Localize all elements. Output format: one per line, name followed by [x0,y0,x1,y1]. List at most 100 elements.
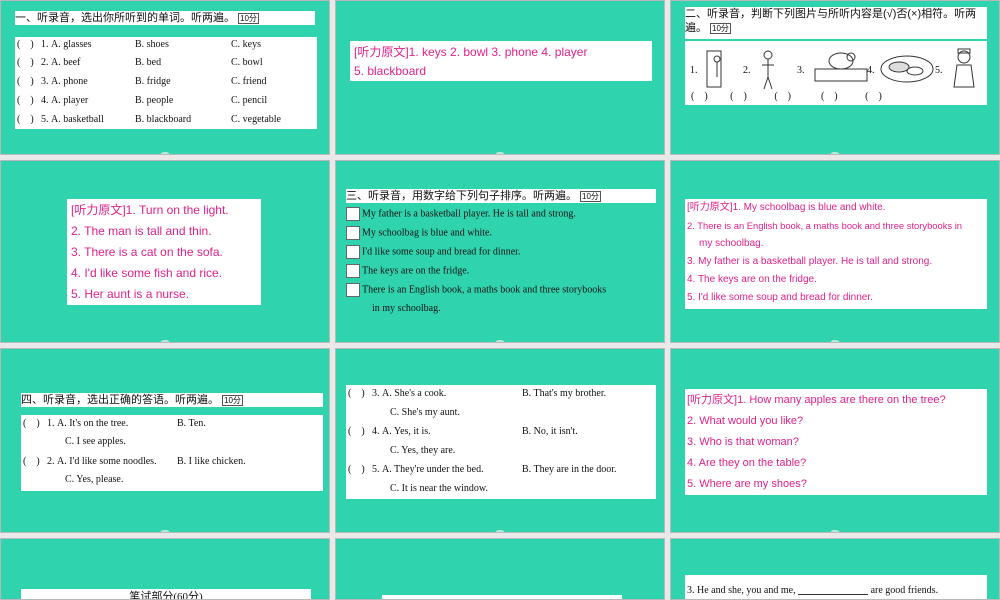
question-row-c: C. It is near the window. [390,483,488,494]
question-box: ( ) 3. A. She's a cook. B. That's my broth… [346,385,656,499]
heading-text-cont: 遍。 [685,22,707,34]
question-box: 3. He and she, you and me, are good frie… [685,575,987,599]
question-row: ( ) 3. A. phone B. fridge C. friend [17,76,267,87]
order-box[interactable] [346,207,360,221]
transcript-line: 5. I'd like some soup and bread for dinn… [687,292,873,303]
heading-text: 一、听录音，选出你所听到的单词。听两遍。 [15,12,235,24]
nurse-icon [953,48,975,88]
sort-row: I'd like some soup and bread for dinner. [346,245,520,259]
pic-num: 2. [743,65,751,76]
pic-num: 4. [867,65,875,76]
door-person-icon [706,50,722,88]
question-row: ( ) 5. A. They're under the bed. B. They a… [348,464,617,475]
question-row-c: C. She's my aunt. [390,407,460,418]
question-row: ( ) 5. A. basketball B. blackboard C. veget… [17,114,281,125]
sort-row-cont: in my schoolbag. [372,303,441,314]
transcript-line: [听力原文]1. My schoolbag is blue and white. [687,202,886,213]
transcript-box: [听力原文]1. How many apples are there on th… [685,389,987,495]
section-heading: 二、听录音，判断下列图片与所听内容是(√)否(×)相符。听两 遍。 10分 [685,7,987,39]
slide-4[interactable]: [听力原文]1. Turn on the light. 2. The man i… [0,160,330,343]
slide-8[interactable]: ( ) 3. A. She's a cook. B. That's my broth… [335,348,665,533]
pic-num: 3. [797,65,805,76]
slide-marker [495,530,505,532]
slide-marker [495,152,505,154]
slide-marker [160,152,170,154]
question-row-c: C. I see apples. [65,436,126,447]
slide-9[interactable]: [听力原文]1. How many apples are there on th… [670,348,1000,533]
slide-3[interactable]: 二、听录音，判断下列图片与所听内容是(√)否(×)相符。听两 遍。 10分 1. … [670,0,1000,155]
blank-line[interactable] [798,587,869,595]
transcript-line: 4. The keys are on the fridge. [687,274,817,285]
heading-text: 四、听录音，选出正确的答语。听两遍。 [21,394,219,406]
score-tip: 10分 [222,394,243,406]
transcript-line: 5. Her aunt is a nurse. [71,287,190,301]
content-box [382,595,622,599]
question-box: ( ) 1. A. It's on the tree. B. Ten. C. I s… [21,415,323,491]
transcript-line: 3. Who is that woman? [687,436,799,448]
heading-text: 二、听录音，判断下列图片与所听内容是(√)否(×)相符。听两 [685,8,977,20]
question-row: ( ) 1. A. It's on the tree. B. Ten. [23,418,206,429]
transcript-line: 5. Where are my shoes? [687,478,807,490]
question-row: ( ) 1. A. glasses B. shoes C. keys [17,39,261,50]
order-box[interactable] [346,283,360,297]
transcript-line: 3. There is a cat on the sofa. [71,245,223,259]
slide-marker [830,530,840,532]
slide-11[interactable] [335,538,665,600]
slide-marker [830,152,840,154]
transcript-line: [听力原文]1. keys 2. bowl 3. phone 4. player [354,45,588,59]
section-title-box: 笔试部分(60分) [21,589,311,599]
heading-text: 三、听录音，用数字给下列句子排序。听两遍。 [346,190,577,202]
transcript-line: [听力原文]1. Turn on the light. [71,203,229,217]
pic-num: 5. [935,65,943,76]
transcript-box: [听力原文]1. My schoolbag is blue and white.… [685,199,987,309]
transcript-line: 4. Are they on the table? [687,457,807,469]
order-box[interactable] [346,264,360,278]
sort-row: My schoolbag is blue and white. [346,226,492,240]
score-tip: 10分 [710,22,731,34]
slide-marker [160,530,170,532]
slide-marker [495,340,505,342]
man-icon [762,50,774,90]
sort-row: There is an English book, a maths book a… [346,283,606,297]
section-heading: 三、听录音，用数字给下列句子排序。听两遍。 10分 [346,189,656,203]
slide-7[interactable]: 四、听录音，选出正确的答语。听两遍。 10分 ( ) 1. A. It's on t… [0,348,330,533]
slide-12[interactable]: 3. He and she, you and me, are good frie… [670,538,1000,600]
slide-5[interactable]: 三、听录音，用数字给下列句子排序。听两遍。 10分 My father is a … [335,160,665,343]
sort-row: The keys are on the fridge. [346,264,469,278]
transcript-line: [听力原文]1. How many apples are there on th… [687,394,946,406]
order-box[interactable] [346,245,360,259]
transcript-line: 2. What would you like? [687,415,804,427]
score-tip: 10分 [238,12,259,24]
transcript-line: 3. My father is a basketball player. He … [687,256,933,267]
question-row: ( ) 4. A. player B. people C. pencil [17,95,268,106]
question-row-c: C. Yes, please. [65,474,124,485]
question-row-c: C. Yes, they are. [390,445,456,456]
food-plate-icon [880,55,934,83]
transcript-line: 5. blackboard [354,64,427,78]
picture-box: 1. 2. 3. 4. 5. ( ) ( ) ( ) ( ) ( ) [685,41,987,105]
pic-num: 1. [690,65,698,76]
question-row: ( ) 4. A. Yes, it is. B. No, it isn't. [348,426,578,437]
answer-parens: ( ) ( ) ( ) ( ) ( ) [691,91,882,102]
slide-marker [830,340,840,342]
sort-row: My father is a basketball player. He is … [346,207,576,221]
score-tip: 10分 [580,190,601,202]
slide-1[interactable]: 一、听录音，选出你所听到的单词。听两遍。 10分 ( ) 1. A. glasses… [0,0,330,155]
question-row: ( ) 3. A. She's a cook. B. That's my broth… [348,388,607,399]
order-box[interactable] [346,226,360,240]
slide-marker [160,340,170,342]
cat-sofa-icon [814,52,868,82]
transcript-line: my schoolbag. [699,238,764,249]
section-heading: 一、听录音，选出你所听到的单词。听两遍。 10分 [15,11,315,25]
slide-6[interactable]: [听力原文]1. My schoolbag is blue and white.… [670,160,1000,343]
question-box: ( ) 1. A. glasses B. shoes C. keys ( ) 2. A.… [15,37,317,129]
slide-grid: 一、听录音，选出你所听到的单词。听两遍。 10分 ( ) 1. A. glasses… [0,0,1000,600]
question-row: ( ) 2. A. I'd like some noodles. B. I like… [23,456,246,467]
transcript-line: 2. The man is tall and thin. [71,224,212,238]
question-row: ( ) 2. A. beef B. bed C. bowl [17,57,263,68]
transcript-box: [听力原文]1. Turn on the light. 2. The man i… [67,199,261,305]
transcript-line: 2. There is an English book, a maths boo… [687,220,962,231]
slide-2[interactable]: [听力原文]1. keys 2. bowl 3. phone 4. player… [335,0,665,155]
transcript-box: [听力原文]1. keys 2. bowl 3. phone 4. player… [350,41,652,81]
slide-10[interactable]: 笔试部分(60分) [0,538,330,600]
